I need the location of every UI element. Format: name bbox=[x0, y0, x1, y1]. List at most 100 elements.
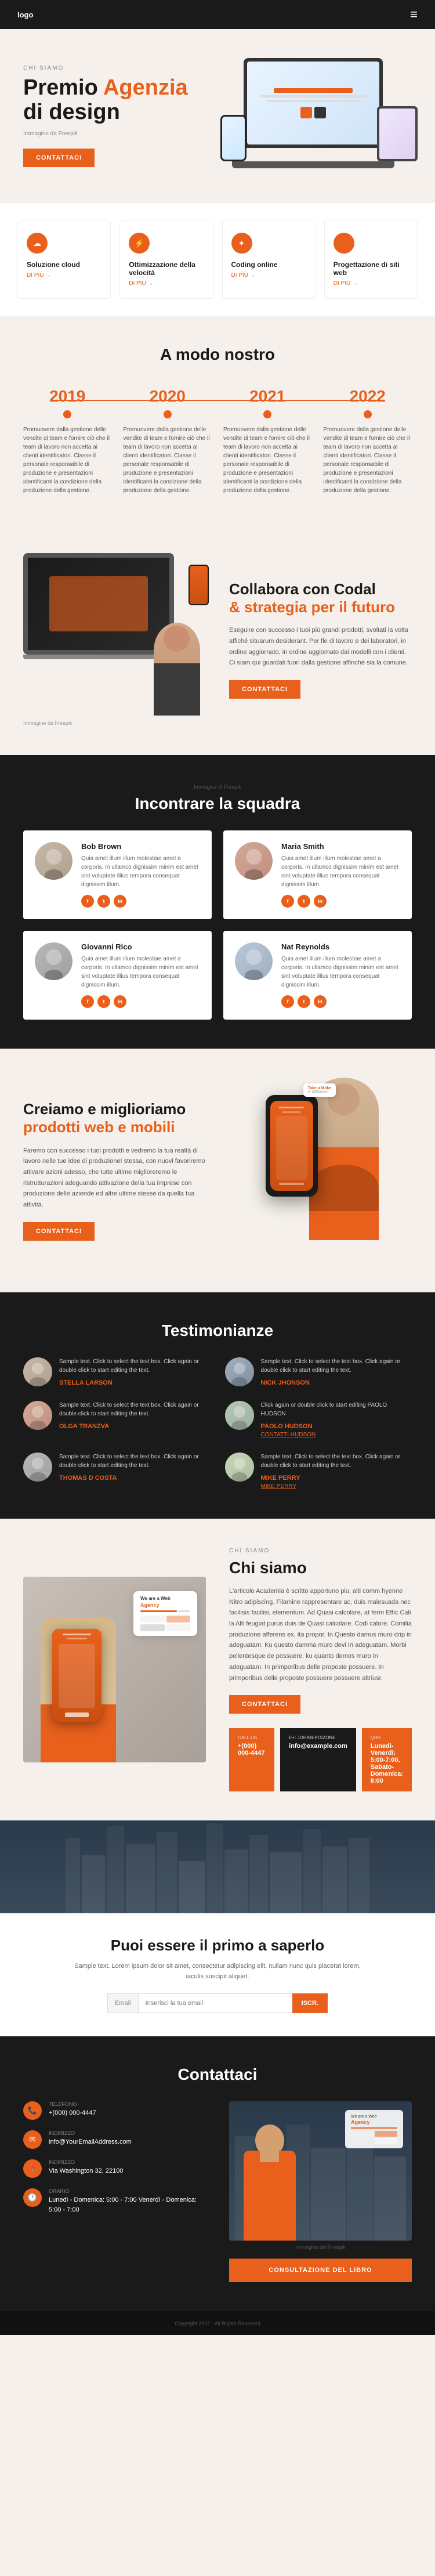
testimonial-name-5: MIKE PERRY bbox=[261, 1475, 412, 1482]
team-avatar-3 bbox=[235, 942, 273, 980]
service-icon-2: ✦ bbox=[231, 233, 252, 254]
contact-img-credit: Immagine del Freepik bbox=[229, 2244, 412, 2250]
service-link-1[interactable]: DI PIÙ → bbox=[129, 280, 204, 287]
newsletter-email-input[interactable] bbox=[138, 1993, 292, 2013]
testimonial-content-3: Click again or double click to start edi… bbox=[261, 1401, 412, 1438]
contact-item-text-1: Indirizzo info@YourEmailAddress.com bbox=[49, 2130, 132, 2147]
about-image: We are a Web Agency bbox=[23, 1577, 206, 1762]
hero-cta-button[interactable]: CONTATTACI bbox=[23, 149, 95, 167]
nav-menu-button[interactable]: ≡ bbox=[410, 7, 418, 22]
contact-item-icon-3: 🕐 bbox=[23, 2188, 42, 2207]
team-name-1: Maria Smith bbox=[281, 842, 400, 851]
social-icon-2-2[interactable]: in bbox=[114, 995, 126, 1008]
team-socials-3: ftin bbox=[281, 995, 400, 1008]
testimonial-text-1: Sample text. Click to select the text bo… bbox=[261, 1357, 412, 1375]
products-content: Creiamo e miglioriamo prodotti web e mob… bbox=[23, 1100, 206, 1241]
collaborate-text: Eseguire con successo i tuoi più grandi … bbox=[229, 625, 412, 669]
contact-item-text-3: Orario Lunedì - Domenica: 5:00 - 7:00 Ve… bbox=[49, 2188, 206, 2214]
hero-section: CHI SIAMO Premio Agenzia di design Immag… bbox=[0, 29, 435, 203]
social-icon-0-0[interactable]: f bbox=[81, 895, 94, 908]
service-link-2[interactable]: DI PIÙ → bbox=[231, 272, 306, 279]
team-name-2: Giovanni Rico bbox=[81, 942, 200, 951]
testimonial-link-3[interactable]: CONTATTI HUDSON bbox=[261, 1432, 412, 1438]
service-icon-0: ☁ bbox=[27, 233, 48, 254]
testimonial-text-5: Sample text. Click to select the text bo… bbox=[261, 1453, 412, 1470]
timeline-dot-2 bbox=[263, 410, 271, 418]
contact-title: Contattaci bbox=[23, 2065, 412, 2084]
testimonials-title: Testimonianze bbox=[23, 1321, 412, 1340]
social-icon-1-1[interactable]: t bbox=[298, 895, 310, 908]
testimonial-avatar-3 bbox=[225, 1401, 254, 1430]
timeline-dot-1 bbox=[164, 410, 172, 418]
social-icon-1-0[interactable]: f bbox=[281, 895, 294, 908]
social-icon-3-1[interactable]: t bbox=[298, 995, 310, 1008]
stat-value-0: +(000) 000-4447 bbox=[238, 1743, 266, 1757]
contact-item-label-1: Indirizzo bbox=[49, 2130, 132, 2136]
products-cta-button[interactable]: CONTATTACI bbox=[23, 1222, 95, 1241]
contact-item-icon-2: 📍 bbox=[23, 2159, 42, 2178]
services-section: ☁ Soluzione cloud DI PIÙ → ⚡ Ottimizzazi… bbox=[0, 203, 435, 316]
testimonial-card-4: Sample text. Click to select the text bo… bbox=[23, 1453, 211, 1490]
timeline-item-2: 2021 Promuovere dalla gestione delle ven… bbox=[223, 387, 312, 495]
hero-content: CHI SIAMO Premio Agenzia di design Immag… bbox=[23, 65, 209, 167]
testimonial-name-0: STELLA LARSON bbox=[59, 1379, 211, 1386]
collaborate-section: Immagine da Freepik Collabora con Codal … bbox=[0, 524, 435, 755]
service-title-0: Soluzione cloud bbox=[27, 261, 102, 269]
team-desc-1: Quia amet illum illum molestiae amet a c… bbox=[281, 854, 400, 889]
testimonial-content-2: Sample text. Click to select the text bo… bbox=[59, 1401, 211, 1430]
team-desc-2: Quia amet illum illum molestiae amet a c… bbox=[81, 955, 200, 989]
team-section: Immagine di Freepik Incontrare la squadr… bbox=[0, 755, 435, 1049]
social-icon-2-0[interactable]: f bbox=[81, 995, 94, 1008]
about-stat-2: QHS Lunedi-Venerdì: 5:00-7:00, Sabato-Do… bbox=[362, 1728, 412, 1791]
social-icon-2-1[interactable]: t bbox=[97, 995, 110, 1008]
testimonials-grid: Sample text. Click to select the text bo… bbox=[23, 1357, 412, 1490]
team-info-3: Nat Reynolds Quia amet illum illum moles… bbox=[281, 942, 400, 1008]
contact-consult-button[interactable]: CONSULTAZIONE DEL LIBRO bbox=[229, 2259, 412, 2282]
service-link-0[interactable]: DI PIÙ → bbox=[27, 272, 102, 279]
team-avatar-0 bbox=[35, 842, 72, 880]
service-link-3[interactable]: DI PIÙ → bbox=[334, 280, 408, 287]
contact-item-icon-1: ✉ bbox=[23, 2130, 42, 2149]
hero-title-line2: di design bbox=[23, 100, 209, 125]
newsletter-title: Puoi essere il primo a saperlo bbox=[23, 1936, 412, 1954]
testimonial-link-5[interactable]: MIKE PERRY bbox=[261, 1483, 412, 1490]
social-icon-3-2[interactable]: in bbox=[314, 995, 327, 1008]
social-icon-3-0[interactable]: f bbox=[281, 995, 294, 1008]
contact-item-label-2: Indirizzo bbox=[49, 2159, 123, 2165]
stat-label-1: E+: JOHAN-POIZONE bbox=[289, 1735, 347, 1740]
team-socials-1: ftin bbox=[281, 895, 400, 908]
testimonial-content-5: Sample text. Click to select the text bo… bbox=[261, 1453, 412, 1490]
contact-item-label-3: Orario bbox=[49, 2188, 206, 2194]
contact-image: We are a Web Agency Immagine del Freepik… bbox=[229, 2101, 412, 2282]
team-title: Incontrare la squadra bbox=[23, 794, 412, 813]
team-avatar-1 bbox=[235, 842, 273, 880]
stat-value-2: Lunedi-Venerdì: 5:00-7:00, Sabato-Domeni… bbox=[371, 1743, 403, 1784]
hero-title-line1: Premio Agenzia bbox=[23, 76, 209, 100]
timeline-text-3: Promuovere dalla gestione delle vendite … bbox=[324, 425, 412, 495]
timeline-title: A modo nostro bbox=[23, 345, 412, 364]
team-grid: Bob Brown Quia amet illum illum molestia… bbox=[23, 830, 412, 1020]
testimonial-name-4: THOMAS D COSTA bbox=[59, 1475, 211, 1482]
collaborate-image: Immagine da Freepik bbox=[23, 553, 206, 726]
timeline-dot-0 bbox=[63, 410, 71, 418]
team-card-0: Bob Brown Quia amet illum illum molestia… bbox=[23, 830, 212, 919]
about-cta-button[interactable]: CONTATTACI bbox=[229, 1695, 300, 1714]
testimonial-text-0: Sample text. Click to select the text bo… bbox=[59, 1357, 211, 1375]
team-desc-0: Quia amet illum illum molestiae amet a c… bbox=[81, 854, 200, 889]
testimonial-content-4: Sample text. Click to select the text bo… bbox=[59, 1453, 211, 1482]
team-card-1: Maria Smith Quia amet illum illum molest… bbox=[223, 830, 412, 919]
social-icon-0-1[interactable]: t bbox=[97, 895, 110, 908]
team-info-0: Bob Brown Quia amet illum illum molestia… bbox=[81, 842, 200, 908]
contact-item-value-0: +(000) 000-4447 bbox=[49, 2108, 96, 2118]
email-label: Email bbox=[107, 1993, 138, 2013]
stat-label-2: QHS bbox=[371, 1735, 403, 1740]
social-icon-0-2[interactable]: in bbox=[114, 895, 126, 908]
testimonial-name-2: OLGA TRANZVA bbox=[59, 1423, 211, 1430]
newsletter-submit-button[interactable]: ISCR. bbox=[292, 1993, 328, 2013]
social-icon-1-2[interactable]: in bbox=[314, 895, 327, 908]
testimonial-text-2: Sample text. Click to select the text bo… bbox=[59, 1401, 211, 1418]
collaborate-cta-button[interactable]: CONTATTACI bbox=[229, 680, 300, 699]
contact-item-3: 🕐 Orario Lunedì - Domenica: 5:00 - 7:00 … bbox=[23, 2188, 206, 2214]
team-avatar-2 bbox=[35, 942, 72, 980]
testimonial-name-3: PAOLO HUDSON bbox=[261, 1423, 412, 1430]
